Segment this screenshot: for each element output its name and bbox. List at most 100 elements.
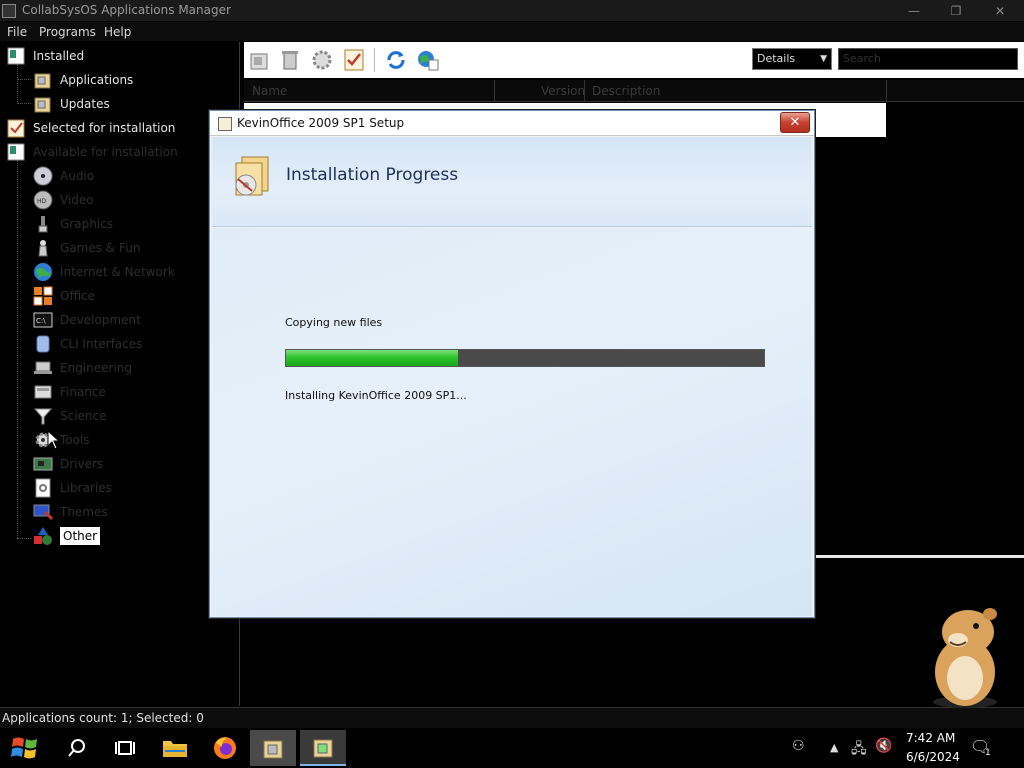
checklist-icon <box>7 119 25 138</box>
tree-item-tools[interactable]: Tools <box>33 429 90 451</box>
checklist-icon[interactable] <box>342 48 366 72</box>
taskbar-setup[interactable] <box>300 730 346 766</box>
clock-date[interactable]: 6/6/2024 <box>906 750 966 764</box>
progress-detail-text: Installing KevinOffice 2009 SP1... <box>285 389 467 402</box>
tree-item-office[interactable]: Office <box>33 285 95 307</box>
install-icon[interactable] <box>248 48 272 72</box>
svg-text:HD: HD <box>37 198 47 205</box>
tree-item-engineering[interactable]: Engineering <box>33 357 132 379</box>
installer-box-icon <box>235 156 269 196</box>
tree-item-science[interactable]: Science <box>33 405 107 427</box>
cylinder-icon <box>36 335 50 353</box>
calculator-icon <box>34 385 52 399</box>
setup-dialog: KevinOffice 2009 SP1 Setup ✕ Installatio… <box>209 110 815 618</box>
minimize-button[interactable]: — <box>895 2 933 20</box>
window-title: CollabSysOS Applications Manager <box>22 3 231 17</box>
menu-programs[interactable]: Programs <box>39 25 96 39</box>
menu-file[interactable]: File <box>7 25 27 39</box>
mouse-cursor-icon <box>47 430 61 450</box>
audio-cd-icon <box>33 166 53 186</box>
clock-time[interactable]: 7:42 AM <box>906 731 966 745</box>
column-name[interactable]: Name <box>252 84 287 98</box>
dialog-body: Copying new files Installing KevinOffice… <box>212 228 812 616</box>
trash-icon[interactable] <box>278 48 302 72</box>
tree-item-video[interactable]: HD Video <box>33 189 94 211</box>
list-pane-edge <box>814 555 1024 558</box>
search-button[interactable] <box>54 730 100 766</box>
chess-piece-icon <box>38 240 48 257</box>
tree-item-libraries[interactable]: Libraries <box>33 477 112 499</box>
toolbar: Details ▼ Search <box>244 42 1024 78</box>
package-icon <box>263 740 283 759</box>
list-header: Name Version Description <box>244 80 1024 102</box>
dialog-close-button[interactable]: ✕ <box>780 112 810 133</box>
taskbar-firefox[interactable] <box>202 730 248 766</box>
column-version[interactable]: Version <box>541 84 585 98</box>
tree-item-selected[interactable]: Selected for installation <box>6 117 175 139</box>
folder-icon <box>163 741 187 757</box>
svg-text:C:\: C:\ <box>36 317 46 325</box>
tree-item-installed[interactable]: Installed <box>6 45 84 67</box>
taskbar: ⚇ ▲ 🖧 🔇 🗨 1 <box>0 728 1024 768</box>
taskbar-apps-manager[interactable] <box>250 730 296 766</box>
tree-item-graphics[interactable]: Graphics <box>33 213 113 235</box>
tree-item-development[interactable]: C:\ Development <box>33 309 141 331</box>
dialog-banner: Installation Progress <box>212 137 812 227</box>
document-gear-icon <box>35 478 51 498</box>
tree-item-updates[interactable]: Updates <box>33 93 110 115</box>
tree-item-cli[interactable]: CLI Interfaces <box>33 333 142 355</box>
progress-bar <box>285 349 765 367</box>
search-icon <box>68 739 85 757</box>
volume-muted-icon[interactable]: 🔇 <box>875 738 892 754</box>
terminal-icon: C:\ <box>33 312 53 328</box>
installed-icon <box>7 47 25 65</box>
funnel-icon <box>33 408 53 425</box>
tree-item-themes[interactable]: Themes <box>33 501 108 523</box>
settings-package-icon[interactable] <box>310 48 334 72</box>
status-bar: Applications count: 1; Selected: 0 <box>0 707 1024 728</box>
setup-icon <box>218 117 232 131</box>
brush-icon <box>38 216 48 233</box>
firefox-icon <box>214 737 236 759</box>
tree-item-drivers[interactable]: Drivers <box>33 453 103 475</box>
tree-item-finance[interactable]: Finance <box>33 381 106 403</box>
tree-item-available[interactable]: Available for installation <box>6 141 178 163</box>
monitor-brush-icon <box>33 504 53 521</box>
task-view-button[interactable] <box>102 730 148 766</box>
setup-icon <box>313 739 333 758</box>
people-icon[interactable]: ⚇ <box>792 738 805 754</box>
refresh-icon[interactable] <box>384 48 408 72</box>
status-text: Applications count: 1; Selected: 0 <box>2 711 204 725</box>
globe-icon <box>34 263 52 281</box>
maximize-button[interactable]: ❐ <box>937 2 975 20</box>
available-icon <box>7 143 25 161</box>
chevron-down-icon: ▼ <box>820 54 827 64</box>
view-mode-select[interactable]: Details ▼ <box>752 48 832 70</box>
tree-item-other[interactable]: Other <box>33 525 101 547</box>
column-description[interactable]: Description <box>592 84 660 98</box>
tree-item-games[interactable]: Games & Fun <box>33 237 140 259</box>
dialog-title: KevinOffice 2009 SP1 Setup <box>237 116 405 130</box>
hamster-mascot-icon <box>933 608 997 708</box>
start-button[interactable] <box>2 730 48 766</box>
office-icon <box>33 286 53 306</box>
progress-bar-fill <box>286 350 459 366</box>
shapes-icon <box>34 527 52 545</box>
taskbar-file-explorer[interactable] <box>152 730 198 766</box>
tree-item-audio[interactable]: Audio <box>33 165 94 187</box>
laptop-icon <box>34 361 52 374</box>
package-icon <box>34 73 51 89</box>
desktop: CollabSysOS Applications Manager — ❐ ✕ F… <box>0 0 1024 768</box>
network-icon[interactable]: 🖧 <box>851 738 867 762</box>
tree-item-applications[interactable]: Applications <box>33 69 133 91</box>
show-hidden-icons-icon[interactable]: ▲ <box>830 741 838 754</box>
web-update-icon[interactable] <box>416 48 440 72</box>
tree-item-internet[interactable]: Internet & Network <box>33 261 175 283</box>
close-button[interactable]: ✕ <box>981 2 1019 20</box>
search-input[interactable]: Search <box>838 48 1018 70</box>
package-icon <box>34 97 51 113</box>
circuit-board-icon <box>33 457 53 471</box>
menu-help[interactable]: Help <box>104 25 131 39</box>
dvd-icon: HD <box>33 190 53 210</box>
menu-bar: File Programs Help <box>0 22 1024 41</box>
